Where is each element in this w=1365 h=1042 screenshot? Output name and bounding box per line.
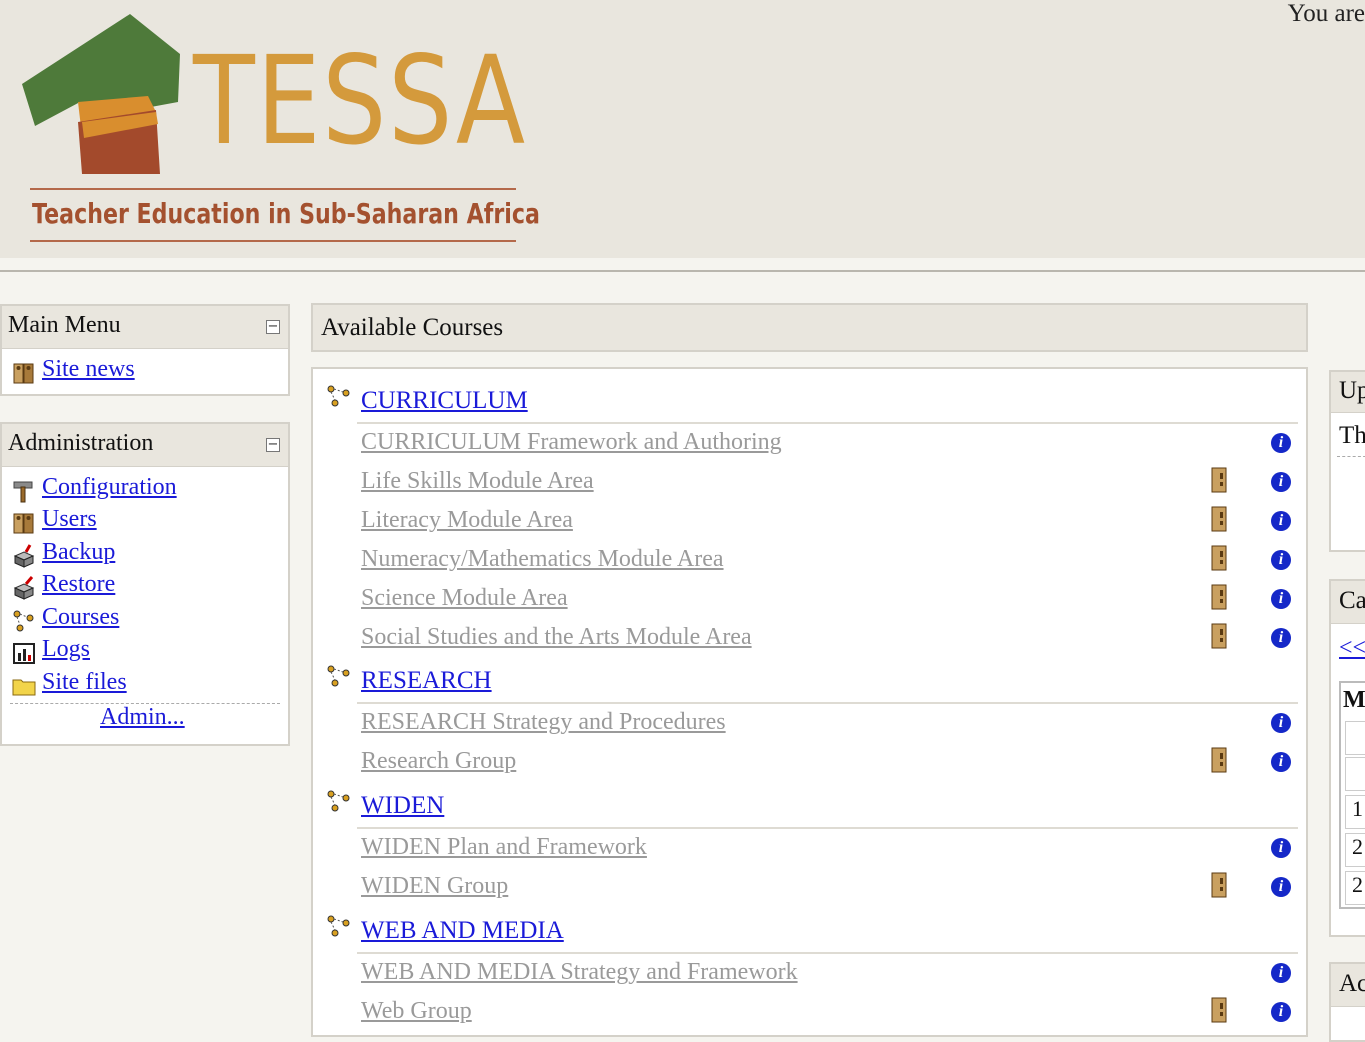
guest-access-icon xyxy=(1211,506,1227,532)
info-icon[interactable]: i xyxy=(1271,1002,1291,1022)
calendar-day-cell[interactable]: 1 xyxy=(1345,795,1365,829)
upcoming-events-header: Up xyxy=(1331,372,1365,413)
upcoming-divider xyxy=(1337,456,1365,457)
category-widen-link[interactable]: WIDEN xyxy=(361,792,444,820)
logo-wordmark: TESSA xyxy=(193,30,527,172)
available-courses-heading: Available Courses xyxy=(311,303,1308,352)
course-link[interactable]: Science Module Area xyxy=(361,585,568,612)
course-category-icon xyxy=(13,610,34,632)
calendar-day-cell[interactable]: 2 xyxy=(1345,871,1365,905)
info-icon[interactable]: i xyxy=(1271,752,1291,772)
restore-icon xyxy=(13,576,35,600)
administration-header: Administration − xyxy=(2,424,288,467)
info-icon[interactable]: i xyxy=(1271,511,1291,531)
logo-tagline: Teacher Education in Sub-Saharan Africa xyxy=(32,197,540,230)
activity-title: Ac xyxy=(1339,970,1365,997)
course-link[interactable]: Social Studies and the Arts Module Area xyxy=(361,624,752,651)
calendar-title: Ca xyxy=(1339,587,1365,614)
info-icon[interactable]: i xyxy=(1271,550,1291,570)
main-menu-header: Main Menu − xyxy=(2,306,288,349)
administration-title: Administration xyxy=(8,430,154,456)
admin-more-link[interactable]: Admin... xyxy=(100,704,185,731)
category-divider xyxy=(357,827,1298,829)
info-icon[interactable]: i xyxy=(1271,589,1291,609)
site-files-link[interactable]: Site files xyxy=(42,669,127,696)
backup-link[interactable]: Backup xyxy=(42,539,115,566)
guest-access-icon xyxy=(1211,545,1227,571)
users-icon xyxy=(13,513,34,534)
available-courses-title: Available Courses xyxy=(321,314,504,341)
login-info: You are xyxy=(1287,0,1365,27)
activity-block: Ac xyxy=(1329,962,1365,1042)
category-curriculum-link[interactable]: CURRICULUM xyxy=(361,387,528,415)
info-icon[interactable]: i xyxy=(1271,472,1291,492)
restore-link[interactable]: Restore xyxy=(42,571,115,598)
hammer-icon xyxy=(13,481,33,503)
course-link[interactable]: CURRICULUM Framework and Authoring xyxy=(361,429,782,456)
course-category-icon xyxy=(327,385,350,407)
info-icon[interactable]: i xyxy=(1271,838,1291,858)
course-category-icon xyxy=(327,790,350,812)
collapse-main-menu-button[interactable]: − xyxy=(266,320,280,334)
upcoming-events-title: Up xyxy=(1339,377,1365,404)
guest-access-icon xyxy=(1211,872,1227,898)
logs-icon xyxy=(13,643,35,664)
administration-block: Administration − Configuration Users Bac… xyxy=(0,422,290,746)
category-divider xyxy=(357,952,1298,954)
info-icon[interactable]: i xyxy=(1271,433,1291,453)
backup-icon xyxy=(13,544,35,568)
site-news-link[interactable]: Site news xyxy=(42,356,135,383)
users-link[interactable]: Users xyxy=(42,506,97,533)
course-link[interactable]: RESEARCH Strategy and Procedures xyxy=(361,709,726,736)
course-link[interactable]: Research Group xyxy=(361,748,516,775)
info-icon[interactable]: i xyxy=(1271,963,1291,983)
guest-access-icon xyxy=(1211,467,1227,493)
calendar-block: Ca << M 1 2 2 xyxy=(1329,579,1365,937)
upcoming-events-text: Th xyxy=(1339,422,1365,449)
main-menu-title: Main Menu xyxy=(8,312,121,338)
main-menu-block: Main Menu − Site news xyxy=(0,304,290,396)
activity-header: Ac xyxy=(1331,964,1365,1007)
course-link[interactable]: Numeracy/Mathematics Module Area xyxy=(361,546,724,573)
category-research-link[interactable]: RESEARCH xyxy=(361,667,492,695)
guest-access-icon xyxy=(1211,584,1227,610)
header-divider xyxy=(0,270,1365,272)
calendar-header: Ca xyxy=(1331,581,1365,624)
calendar-day-cell xyxy=(1345,721,1365,755)
course-link[interactable]: WEB AND MEDIA Strategy and Framework xyxy=(361,959,798,986)
category-divider xyxy=(357,702,1298,704)
course-link[interactable]: WIDEN Group xyxy=(361,873,508,900)
tagline-rule-bottom xyxy=(30,240,516,242)
tagline-rule-top xyxy=(30,188,516,190)
calendar-day-cell[interactable]: 2 xyxy=(1345,833,1365,867)
calendar-day-cell xyxy=(1345,757,1365,791)
calendar-grid: M 1 2 2 xyxy=(1339,681,1365,909)
upcoming-events-block: Up Th xyxy=(1329,370,1365,552)
collapse-administration-button[interactable]: − xyxy=(266,438,280,452)
configuration-link[interactable]: Configuration xyxy=(42,474,177,501)
folder-icon xyxy=(12,679,36,696)
calendar-prev-month-link[interactable]: << xyxy=(1339,635,1365,662)
tessa-logo-icon xyxy=(22,14,180,174)
guest-access-icon xyxy=(1211,747,1227,773)
course-link[interactable]: WIDEN Plan and Framework xyxy=(361,834,647,861)
logs-link[interactable]: Logs xyxy=(42,636,90,663)
category-divider xyxy=(357,422,1298,424)
info-icon[interactable]: i xyxy=(1271,628,1291,648)
course-link[interactable]: Web Group xyxy=(361,998,472,1025)
course-category-icon xyxy=(327,665,350,687)
course-link[interactable]: Literacy Module Area xyxy=(361,507,573,534)
calendar-weekday-header: M xyxy=(1343,687,1365,713)
course-link[interactable]: Life Skills Module Area xyxy=(361,468,594,495)
info-icon[interactable]: i xyxy=(1271,877,1291,897)
page-header: TESSA Teacher Education in Sub-Saharan A… xyxy=(0,0,1365,258)
info-icon[interactable]: i xyxy=(1271,713,1291,733)
guest-access-icon xyxy=(1211,623,1227,649)
users-icon xyxy=(13,363,34,384)
guest-access-icon xyxy=(1211,997,1227,1023)
course-list: CURRICULUM CURRICULUM Framework and Auth… xyxy=(311,367,1308,1037)
category-web-and-media-link[interactable]: WEB AND MEDIA xyxy=(361,917,564,945)
courses-link[interactable]: Courses xyxy=(42,604,119,631)
course-category-icon xyxy=(327,915,350,937)
